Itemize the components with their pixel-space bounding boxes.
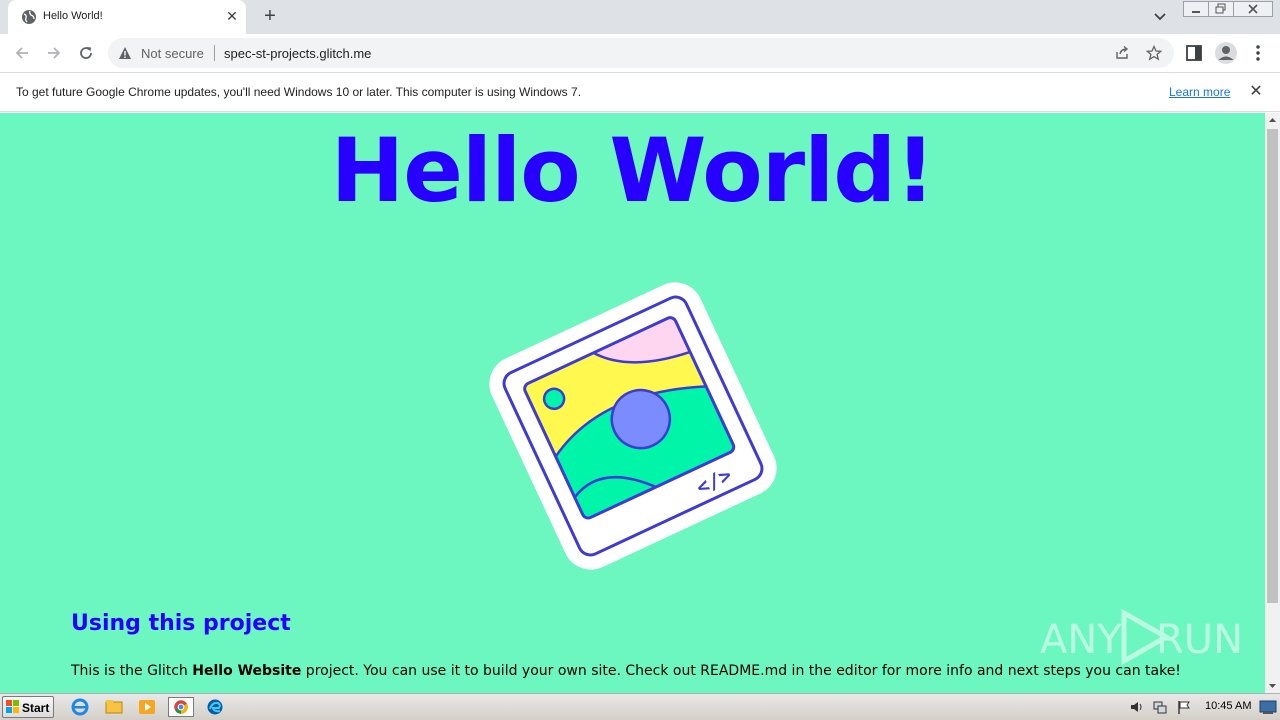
tab-title: Hello World! [43, 10, 103, 22]
network-icon[interactable] [1152, 699, 1168, 715]
bookmark-star-icon[interactable] [1146, 45, 1162, 61]
start-label: Start [22, 701, 50, 715]
action-center-flag-icon[interactable] [1176, 699, 1192, 715]
close-window-button[interactable] [1233, 1, 1273, 17]
edge-icon[interactable] [204, 697, 226, 717]
globe-icon [22, 10, 36, 24]
watermark-left-text: ANY [1040, 617, 1122, 663]
forward-button[interactable] [42, 41, 66, 65]
description-prefix: This is the Glitch [71, 663, 193, 679]
taskbar-clock[interactable]: 10:45 AM [1205, 700, 1251, 712]
security-label[interactable]: Not secure [141, 46, 204, 61]
browser-tab[interactable]: Hello World! ✕ [8, 0, 246, 34]
infobar-message: To get future Google Chrome updates, you… [16, 85, 582, 99]
watermark-right-text: RUN [1156, 617, 1240, 663]
new-tab-button[interactable]: + [258, 5, 282, 29]
profile-avatar-icon[interactable] [1214, 41, 1238, 65]
warning-icon[interactable] [118, 46, 132, 60]
windows-logo-icon [6, 700, 19, 713]
more-menu-icon[interactable] [1248, 43, 1268, 63]
tab-strip: Hello World! ✕ + [0, 0, 1280, 34]
restore-button[interactable] [1208, 1, 1234, 17]
file-explorer-icon[interactable] [103, 697, 125, 717]
infobar-close-icon[interactable]: ✕ [1247, 83, 1265, 101]
omnibox-separator [214, 45, 215, 61]
scroll-thumb[interactable] [1267, 129, 1278, 603]
share-icon[interactable] [1114, 45, 1130, 61]
description-bold: Hello Website [192, 663, 302, 679]
scroll-down-arrow-icon[interactable] [1265, 678, 1280, 693]
project-description: This is the Glitch Hello Website project… [71, 663, 1181, 679]
browser-toolbar: Not secure spec-st-projects.glitch.me [0, 34, 1280, 72]
minimize-button[interactable] [1183, 1, 1209, 17]
update-infobar: To get future Google Chrome updates, you… [0, 72, 1280, 112]
page-title: Hello World! [330, 119, 936, 222]
vertical-scrollbar[interactable] [1265, 113, 1280, 693]
learn-more-link[interactable]: Learn more [1169, 85, 1230, 99]
url-text[interactable]: spec-st-projects.glitch.me [224, 46, 371, 61]
side-panel-icon[interactable] [1184, 43, 1204, 63]
internet-explorer-icon[interactable] [69, 697, 91, 717]
volume-icon[interactable] [1129, 699, 1145, 715]
picture-frame-illustration: </> [489, 282, 777, 570]
page-viewport: Hello World! </> Using this project This… [0, 113, 1265, 693]
windows-taskbar: Start 10:45 AM [0, 693, 1280, 720]
arrow-left-icon [15, 47, 28, 59]
back-button[interactable] [10, 41, 34, 65]
tab-close-icon[interactable]: ✕ [223, 7, 241, 25]
media-player-icon[interactable] [136, 697, 158, 717]
scroll-up-arrow-icon[interactable] [1265, 113, 1280, 128]
arrow-right-icon [48, 47, 61, 59]
chevron-down-icon[interactable] [1150, 8, 1170, 26]
chrome-icon[interactable] [168, 697, 194, 717]
reload-button[interactable] [74, 41, 98, 65]
address-bar[interactable]: Not secure spec-st-projects.glitch.me [108, 38, 1174, 68]
start-button[interactable]: Start [2, 696, 54, 718]
show-desktop-icon[interactable] [1259, 699, 1277, 715]
anyrun-watermark: ANY RUN [1040, 608, 1240, 666]
reload-icon [80, 47, 92, 59]
section-heading: Using this project [71, 611, 291, 636]
